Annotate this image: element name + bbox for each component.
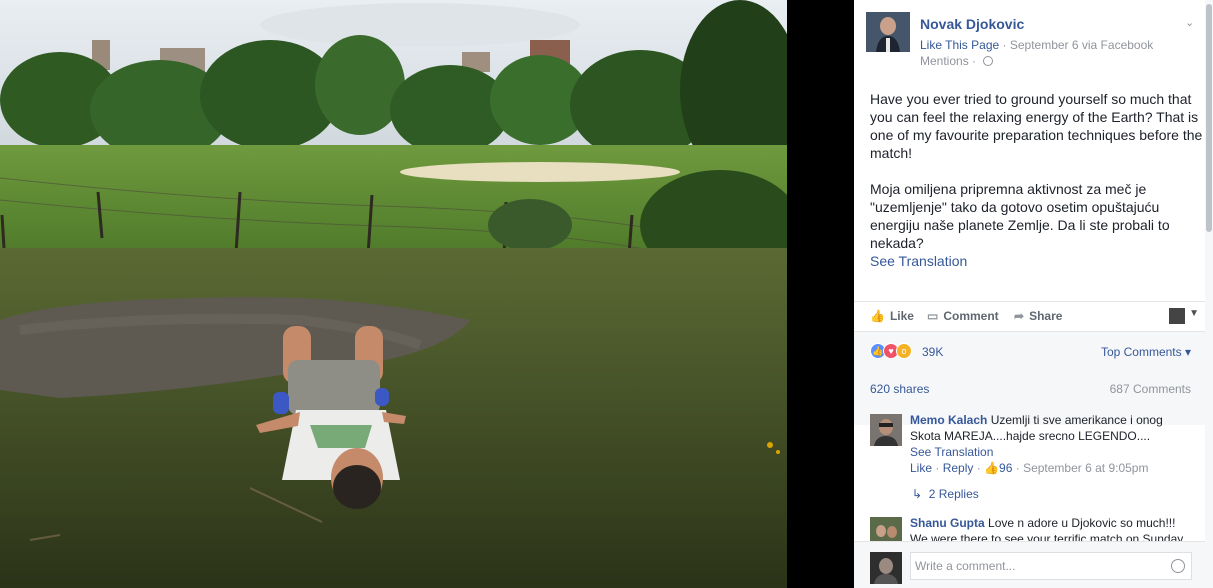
park-photo [0, 0, 787, 588]
thumbs-up-icon[interactable]: 👍 [984, 461, 999, 475]
post-meta: Like This Page · September 6 via Faceboo… [920, 37, 1190, 69]
share-arrow-icon: ➦ [1014, 309, 1025, 323]
like-page-link[interactable]: Like This Page [920, 38, 999, 52]
scrollbar-thumb[interactable] [1206, 4, 1212, 232]
comment-actions: Like · Reply · 👍96 · September 6 at 9:05… [910, 461, 1149, 475]
page-name[interactable]: Novak Djokovic [920, 16, 1024, 32]
comments-count: 687 Comments [1109, 382, 1191, 396]
globe-icon [983, 56, 994, 66]
comment-composer [854, 541, 1205, 588]
see-translation-link[interactable]: See Translation [910, 444, 1195, 460]
post-text-english: Have you ever tried to ground yourself s… [870, 91, 1203, 161]
post-header: Novak Djokovic Like This Page · Septembe… [866, 12, 1201, 72]
reactions-panel: 👍 ♥ o 39K Top Comments ▾ 620 shares 687 … [854, 331, 1205, 425]
comment-author[interactable]: Memo Kalach [910, 413, 987, 427]
viewer-avatar [870, 552, 902, 584]
see-translation-link[interactable]: See Translation [870, 252, 1205, 270]
acting-as-avatar[interactable] [1169, 308, 1185, 324]
comment-input-box [910, 552, 1192, 580]
reaction-count[interactable]: 39K [922, 345, 943, 359]
post-text: Have you ever tried to ground yourself s… [870, 90, 1205, 270]
view-replies-link[interactable]: ↳ 2 Replies [912, 487, 979, 501]
page-avatar[interactable] [866, 12, 910, 52]
speech-bubble-icon: ▭ [927, 309, 939, 323]
action-bar: 👍 Like ▭ Comment ➦ Share ▼ [854, 301, 1205, 331]
thumbs-up-icon: 👍 [870, 309, 885, 323]
comment-button[interactable]: ▭ Comment [927, 309, 999, 323]
emoji-icon[interactable] [1171, 559, 1185, 573]
commenter-avatar[interactable] [870, 517, 902, 541]
caret-down-icon[interactable]: ▼ [1189, 308, 1199, 319]
comment-item: Shanu Gupta Love n adore u Djokovic so m… [870, 515, 1195, 541]
top-comments-dropdown[interactable]: Top Comments ▾ [1101, 345, 1191, 359]
wow-reaction-icon: o [896, 343, 912, 359]
comment-input[interactable] [911, 553, 1151, 579]
comment-like-count[interactable]: 96 [999, 461, 1012, 475]
reply-arrow-icon: ↳ [912, 487, 923, 501]
post-sidebar: Novak Djokovic Like This Page · Septembe… [854, 0, 1213, 588]
comment-item: Memo Kalach Uzemlji ti sve amerikance i … [870, 412, 1195, 476]
shares-count[interactable]: 620 shares [870, 382, 929, 396]
chevron-down-icon[interactable]: ⌄ [1185, 16, 1197, 29]
viewer-gutter [787, 0, 854, 588]
comment-reply-link[interactable]: Reply [943, 461, 974, 475]
post-text-serbian: Moja omiljena pripremna aktivnost za meč… [870, 181, 1170, 251]
like-button[interactable]: 👍 Like [870, 309, 914, 323]
commenter-avatar[interactable] [870, 414, 902, 446]
photo-viewer: Novak Djokovic Like This Page · Septembe… [0, 0, 1213, 588]
sidebar-scrollbar[interactable] [1205, 0, 1213, 588]
comment-author[interactable]: Shanu Gupta [910, 516, 985, 530]
comment-like-link[interactable]: Like [910, 461, 932, 475]
share-button[interactable]: ➦ Share [1014, 309, 1062, 323]
comment-timestamp[interactable]: · September 6 at 9:05pm [1016, 461, 1149, 475]
post-photo[interactable] [0, 0, 787, 588]
